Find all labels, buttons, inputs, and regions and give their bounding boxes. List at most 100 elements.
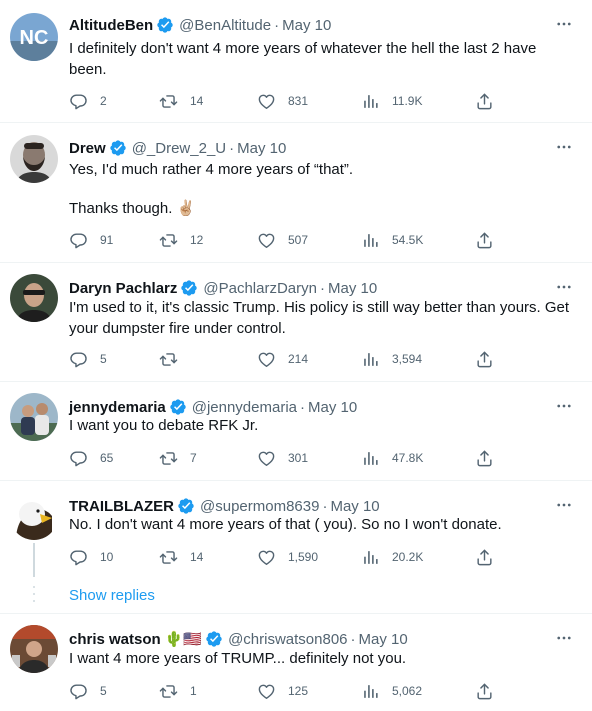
more-icon[interactable] [554,628,574,648]
tweet-2[interactable]: Drew @_Drew_2_U · May 10 Yes, I'd much r… [0,123,592,263]
action-bar: 91 12 507 54.5K [69,230,499,250]
more-icon[interactable] [554,14,574,34]
retweet-icon [159,92,178,111]
handle[interactable]: @supermom8639 [200,498,319,515]
reply-count: 91 [100,233,114,247]
reply-button[interactable]: 5 [69,349,107,369]
avatar[interactable] [10,274,58,322]
verified-badge-icon [156,16,174,34]
views-button[interactable]: 20.2K [361,547,423,567]
handle[interactable]: @_Drew_2_U [132,140,226,157]
like-button[interactable]: 125 [257,681,308,701]
share-button[interactable] [475,349,494,369]
action-bar: 5 1 125 5,062 [69,681,499,701]
views-icon [361,548,380,567]
display-name[interactable]: TRAILBLAZER [69,498,174,515]
display-name[interactable]: Daryn Pachlarz [69,280,177,297]
display-name[interactable]: Drew [69,140,106,157]
views-button[interactable]: 47.8K [361,448,423,468]
like-icon [257,449,276,468]
share-icon [475,548,494,567]
handle[interactable]: @PachlarzDaryn [203,280,317,297]
tweet-header: chris watson 🌵🇺🇸 @chriswatson806 · May 1… [69,628,552,650]
retweet-button[interactable]: 7 [159,448,197,468]
reply-icon [69,92,88,111]
tweet-6[interactable]: chris watson 🌵🇺🇸 @chriswatson806 · May 1… [0,614,592,711]
handle[interactable]: @jennydemaria [192,399,297,416]
reply-button[interactable]: 2 [69,91,107,111]
more-icon[interactable] [554,495,574,515]
tweet-5[interactable]: TRAILBLAZER @supermom8639 · May 10 No. I… [0,481,592,614]
separator: · [300,398,305,416]
like-button[interactable]: 1,590 [257,547,318,567]
like-button[interactable]: 301 [257,448,308,468]
more-icon[interactable] [554,137,574,157]
views-count: 3,594 [392,352,423,366]
tweet-text: I'm used to it, it's classic Trump. His … [69,299,570,337]
share-button[interactable] [475,230,494,250]
share-icon [475,231,494,250]
retweet-button[interactable]: 14 [159,91,203,111]
tweet-3[interactable]: Daryn Pachlarz @PachlarzDaryn · May 10 I… [0,263,592,382]
share-button[interactable] [475,681,494,701]
reply-icon [69,449,88,468]
thread-line [33,543,35,577]
like-button[interactable]: 507 [257,230,308,250]
display-name[interactable]: chris watson [69,631,161,648]
avatar[interactable]: NC [10,13,58,61]
share-button[interactable] [475,547,494,567]
timestamp[interactable]: May 10 [237,140,286,157]
show-replies-link[interactable]: Show replies [69,587,155,604]
name-emoji: 🌵🇺🇸 [164,631,203,648]
verified-badge-icon [177,497,195,515]
views-button[interactable]: 3,594 [361,349,422,369]
handle[interactable]: @chriswatson806 [228,631,347,648]
reply-button[interactable]: 65 [69,448,113,468]
more-icon[interactable] [554,277,574,297]
retweet-icon [159,682,178,701]
avatar[interactable] [10,393,58,441]
retweet-button[interactable]: 12 [159,230,203,250]
avatar[interactable] [10,492,58,540]
like-button[interactable]: 831 [257,91,308,111]
handle[interactable]: @BenAltitude [179,17,271,34]
share-button[interactable] [475,91,494,111]
tweet-header: Drew @_Drew_2_U · May 10 [69,137,552,159]
views-icon [361,92,380,111]
timestamp[interactable]: May 10 [282,17,331,34]
display-name[interactable]: AltitudeBen [69,17,153,34]
reply-button[interactable]: 91 [69,230,113,250]
separator: · [322,497,328,515]
more-icon[interactable] [554,396,574,416]
share-icon [475,350,494,369]
retweet-button[interactable]: 14 [159,547,203,567]
avatar[interactable] [10,625,58,673]
share-button[interactable] [475,448,494,468]
timestamp[interactable]: May 10 [328,280,377,297]
action-bar: 65 7 301 47.8K [69,448,499,468]
views-icon [361,682,380,701]
views-button[interactable]: 5,062 [361,681,422,701]
retweet-button[interactable] [159,349,190,369]
timestamp[interactable]: May 10 [359,631,408,648]
tweet-4[interactable]: jennydemaria @jennydemaria · May 10 I wa… [0,382,592,481]
display-name[interactable]: jennydemaria [69,399,166,416]
retweet-count: 7 [190,451,197,465]
reply-button[interactable]: 5 [69,681,107,701]
action-bar: 10 14 1,590 20.2K [69,547,499,567]
timestamp[interactable]: May 10 [330,498,379,515]
views-button[interactable]: 11.9K [361,91,422,111]
avatar[interactable] [10,135,58,183]
share-icon [475,92,494,111]
like-count: 507 [288,233,309,247]
tweet-text: I want 4 more years of TRUMP... definite… [69,650,407,667]
views-button[interactable]: 54.5K [361,230,423,250]
thread-dots [33,585,35,605]
timestamp[interactable]: May 10 [308,399,357,416]
reply-button[interactable]: 10 [69,547,113,567]
tweet-text: I definitely don't want 4 more years of … [69,40,537,78]
like-button[interactable]: 214 [257,349,308,369]
tweet-1[interactable]: NC AltitudeBen @BenAltitude · May 10 I d… [0,0,592,123]
retweet-button[interactable]: 1 [159,681,197,701]
reply-count: 10 [100,550,114,564]
